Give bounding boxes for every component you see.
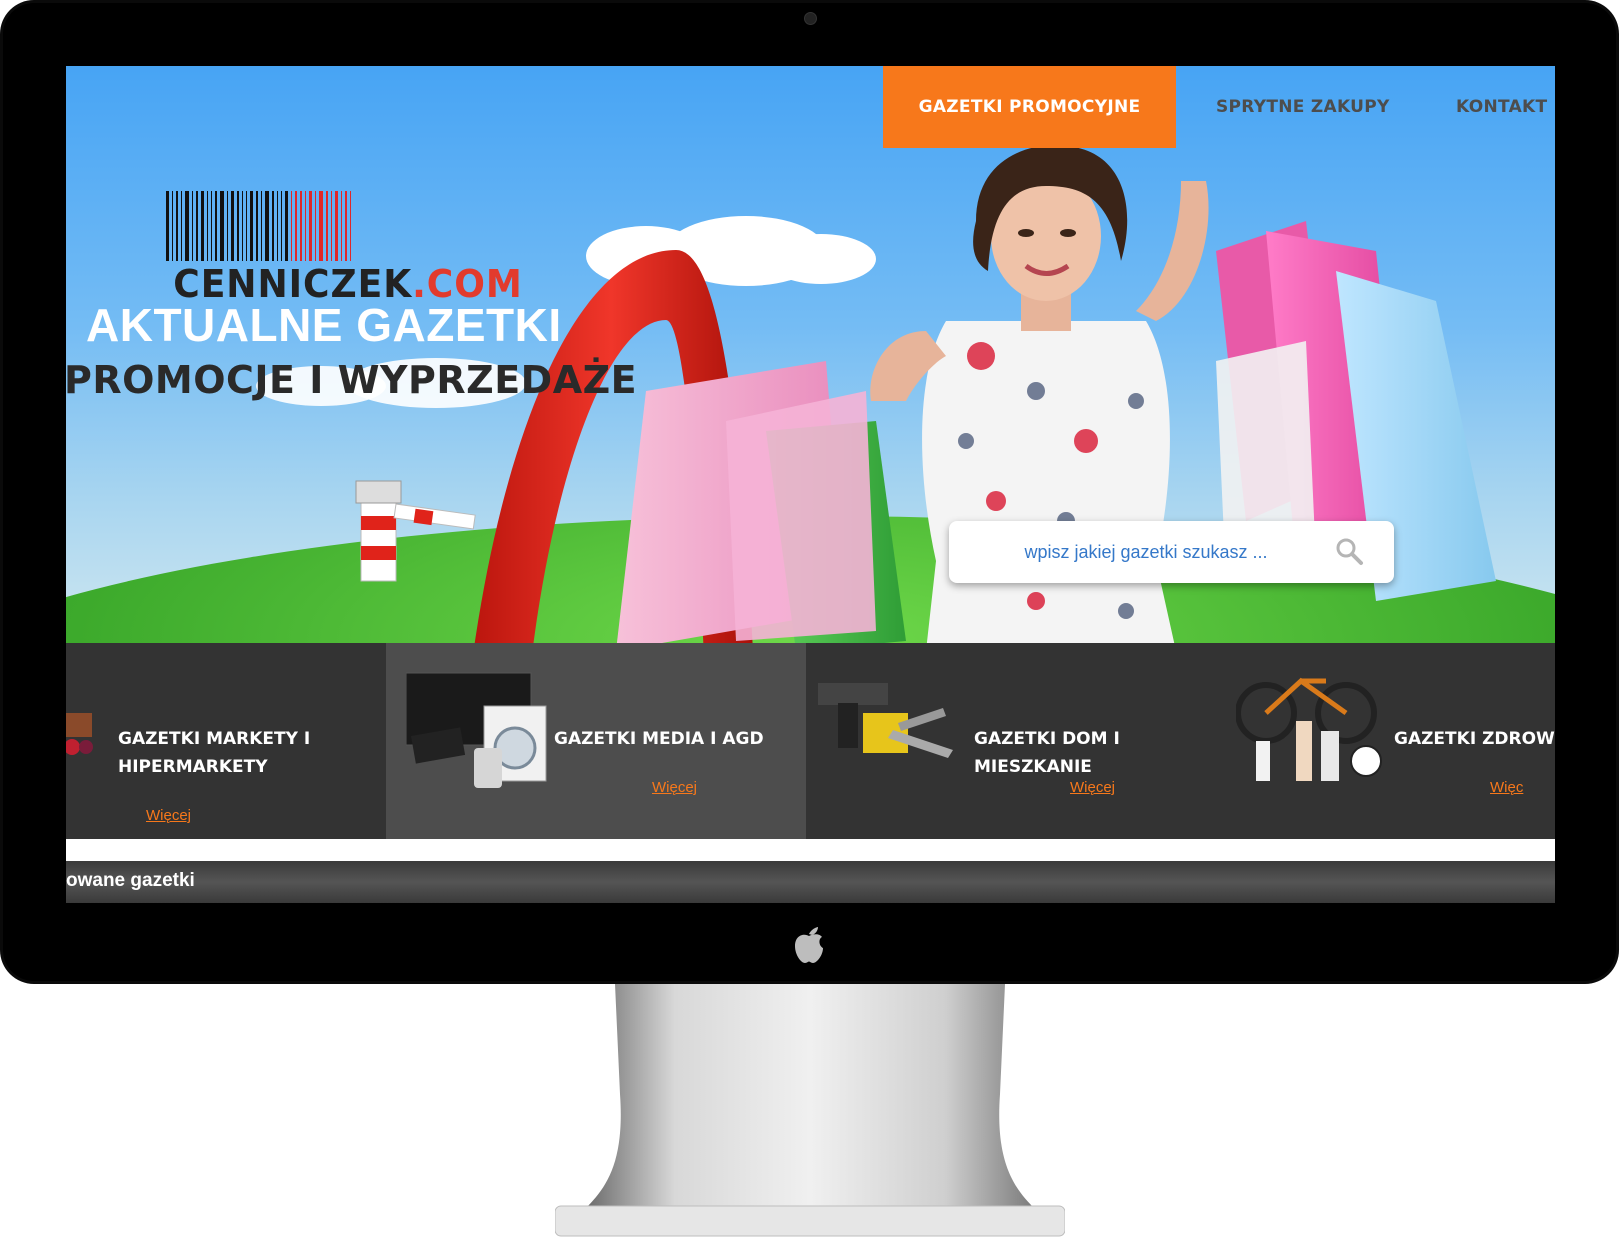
search-input[interactable] [969,533,1323,571]
more-link[interactable]: Więcej [146,807,191,824]
health-sport-icon [1236,677,1382,781]
monitor-bezel: CENNICZEK.COM AKTUALNE GAZETKI PROMOCJE … [0,0,1619,984]
category-title: GAZETKI MARKETY I HIPERMARKETY [118,725,310,781]
nav-sprytne-zakupy[interactable]: SPRYTNE ZAKUPY [1176,66,1416,148]
category-title: GAZETKI DOM I MIESZKANIE [974,725,1226,781]
search-icon[interactable] [1334,536,1364,566]
hero-subtitle: PROMOCJE I WYPRZEDAŻE [66,358,638,402]
category-title-line: GAZETKI MEDIA I AGD [554,729,764,749]
spacer [66,839,1555,861]
nav-kontakt[interactable]: KONTAKT [1416,66,1547,148]
camera-icon [804,12,817,25]
category-title: GAZETKI ZDROW [1394,725,1555,753]
search-box [949,521,1394,583]
main-nav: GAZETKI PROMOCYJNE SPRYTNE ZAKUPY KONTAK… [883,66,1547,148]
category-title-line: GAZETKI DOM I MIESZKANIE [974,729,1120,777]
more-link[interactable]: Więcej [1070,779,1115,796]
category-markety[interactable]: GAZETKI MARKETY I HIPERMARKETY Więcej [66,643,386,839]
category-zdrowie[interactable]: GAZETKI ZDROW Więc [1226,643,1555,839]
nav-gazetki-promocyjne[interactable]: GAZETKI PROMOCYJNE [883,66,1176,148]
website-screen: CENNICZEK.COM AKTUALNE GAZETKI PROMOCJE … [66,66,1555,903]
more-link[interactable]: Więc [1490,779,1523,796]
tools-icon [818,683,953,758]
hero-title: AKTUALNE GAZETKI [86,299,562,351]
category-band: GAZETKI MARKETY I HIPERMARKETY Więcej GA… [66,643,1555,839]
category-title-line: GAZETKI ZDROW [1394,729,1555,749]
category-title: GAZETKI MEDIA I AGD [554,725,764,753]
barrier-graphic [355,480,476,582]
monitor-stand [555,984,1065,1237]
category-media-agd[interactable]: GAZETKI MEDIA I AGD Więcej [386,643,806,839]
apple-logo-icon [795,927,823,963]
hero-banner: CENNICZEK.COM AKTUALNE GAZETKI PROMOCJE … [66,66,1555,643]
more-link[interactable]: Więcej [652,779,697,796]
category-title-line: GAZETKI MARKETY I [118,729,311,749]
section-title: owane gazetki [66,870,195,891]
category-dom-mieszkanie[interactable]: GAZETKI DOM I MIESZKANIE Więcej [806,643,1226,839]
grocery-icon [66,713,93,755]
category-title-line: HIPERMARKETY [118,757,268,777]
electronics-icon [406,672,547,788]
section-bar: owane gazetki [66,861,1555,903]
